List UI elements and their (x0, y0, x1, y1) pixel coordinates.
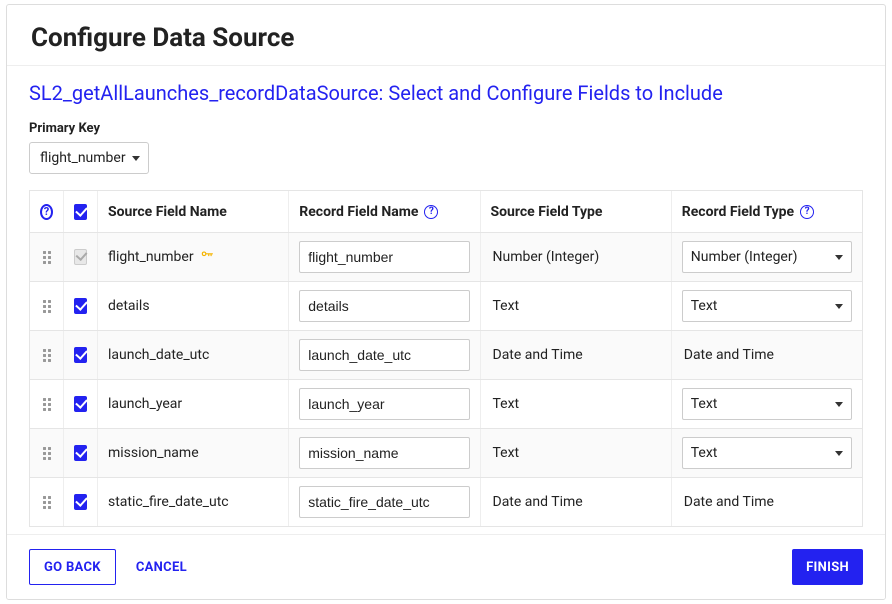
record-field-type-cell: Number (Integer) (672, 233, 862, 281)
record-field-name-input[interactable] (299, 339, 469, 371)
source-field-name: flight_number (98, 233, 289, 281)
record-field-name-input[interactable] (299, 290, 469, 322)
table-row: details Text Text (30, 282, 862, 331)
source-field-name: launch_year (98, 380, 289, 428)
record-field-name-cell (289, 380, 480, 428)
chevron-down-icon (835, 402, 843, 407)
drag-handle-cell (30, 331, 64, 379)
row-checkbox-cell (64, 429, 98, 477)
table-row: mission_name Text Text (30, 429, 862, 478)
dialog: Configure Data Source SL2_getAllLaunches… (6, 4, 886, 600)
select-all-checkbox[interactable] (74, 204, 87, 220)
record-field-name-cell (289, 282, 480, 330)
record-field-type-select[interactable]: Text (682, 388, 852, 420)
drag-handle-icon[interactable] (43, 398, 51, 411)
go-back-button[interactable]: Go Back (29, 549, 116, 585)
row-checkbox[interactable] (74, 494, 87, 510)
record-field-type-cell: Text (672, 380, 862, 428)
row-checkbox[interactable] (74, 298, 87, 314)
source-field-name: mission_name (98, 429, 289, 477)
table-row: launch_date_utc Date and TimeDate and Tim… (30, 331, 862, 380)
dialog-body[interactable]: SL2_getAllLaunches_recordDataSource: Sel… (7, 66, 885, 534)
row-checkbox-cell (64, 233, 98, 281)
row-checkbox[interactable] (74, 347, 87, 363)
row-checkbox[interactable] (74, 445, 87, 461)
table-row: flight_number Number (Integer) Number (Int… (30, 233, 862, 282)
help-icon[interactable]: ? (800, 205, 814, 219)
drag-handle-icon[interactable] (43, 496, 51, 509)
header-source-field-name: Source Field Name (98, 191, 289, 232)
row-checkbox-cell (64, 331, 98, 379)
section-title: SL2_getAllLaunches_recordDataSource: Sel… (29, 80, 863, 107)
drag-handle-cell (30, 380, 64, 428)
record-field-name-cell (289, 233, 480, 281)
cancel-button[interactable]: Cancel (136, 549, 187, 585)
primary-key-icon (200, 248, 214, 266)
chevron-down-icon (132, 156, 140, 161)
source-field-type: Text (481, 282, 672, 330)
record-field-type-select[interactable]: Text (682, 437, 852, 469)
record-field-name-input[interactable] (299, 437, 469, 469)
drag-handle-icon[interactable] (43, 447, 51, 460)
source-field-name: launch_date_utc (98, 331, 289, 379)
drag-handle-cell (30, 478, 64, 526)
table-row: static_fire_date_utc Date and TimeDate an… (30, 478, 862, 527)
source-field-type: Text (481, 380, 672, 428)
row-checkbox (74, 249, 87, 265)
finish-button[interactable]: Finish (792, 549, 863, 585)
drag-handle-icon[interactable] (43, 251, 51, 264)
record-field-type-cell: Date and Time (672, 478, 862, 526)
drag-handle-cell (30, 429, 64, 477)
header-select-all[interactable] (64, 191, 98, 232)
record-field-name-input[interactable] (299, 388, 469, 420)
primary-key-label: Primary Key (29, 121, 863, 136)
primary-key-value: flight_number (40, 150, 126, 166)
help-icon[interactable]: ? (40, 204, 53, 220)
drag-handle-cell (30, 282, 64, 330)
row-checkbox-cell (64, 380, 98, 428)
fields-table: ? Source Field Name Record Field Name ? (29, 190, 863, 527)
table-header-row: ? Source Field Name Record Field Name ? (30, 191, 862, 233)
dialog-footer: Go Back Cancel Finish (7, 534, 885, 599)
record-field-type-select[interactable]: Text (682, 290, 852, 322)
row-checkbox-cell (64, 478, 98, 526)
record-field-name-input[interactable] (299, 486, 469, 518)
source-field-type: Text (481, 429, 672, 477)
record-field-type-cell: Date and Time (672, 331, 862, 379)
record-field-type-select[interactable]: Number (Integer) (682, 241, 852, 273)
primary-key-select[interactable]: flight_number (29, 142, 149, 174)
record-field-name-cell (289, 478, 480, 526)
source-field-type: Date and Time (481, 478, 672, 526)
table-body: flight_number Number (Integer) Number (Int… (30, 233, 862, 527)
record-field-name-cell (289, 331, 480, 379)
source-field-type: Number (Integer) (481, 233, 672, 281)
row-checkbox-cell (64, 282, 98, 330)
dialog-header: Configure Data Source (7, 5, 885, 65)
chevron-down-icon (835, 451, 843, 456)
source-field-name: details (98, 282, 289, 330)
source-field-name: static_fire_date_utc (98, 478, 289, 526)
record-field-type-cell: Text (672, 282, 862, 330)
drag-handle-icon[interactable] (43, 300, 51, 313)
drag-handle-icon[interactable] (43, 349, 51, 362)
header-record-field-name: Record Field Name ? (289, 191, 480, 232)
source-field-type: Date and Time (481, 331, 672, 379)
record-field-type-cell: Text (672, 429, 862, 477)
row-checkbox[interactable] (74, 396, 87, 412)
help-icon[interactable]: ? (424, 205, 438, 219)
table-row: launch_year Text Text (30, 380, 862, 429)
record-field-name-input[interactable] (299, 241, 469, 273)
chevron-down-icon (835, 255, 843, 260)
dialog-body-wrap: SL2_getAllLaunches_recordDataSource: Sel… (7, 65, 885, 534)
page-title: Configure Data Source (31, 23, 861, 53)
chevron-down-icon (835, 304, 843, 309)
header-source-field-type: Source Field Type (481, 191, 672, 232)
header-help-cell: ? (30, 191, 64, 232)
record-field-name-cell (289, 429, 480, 477)
header-record-field-type: Record Field Type ? (672, 191, 862, 232)
drag-handle-cell (30, 233, 64, 281)
